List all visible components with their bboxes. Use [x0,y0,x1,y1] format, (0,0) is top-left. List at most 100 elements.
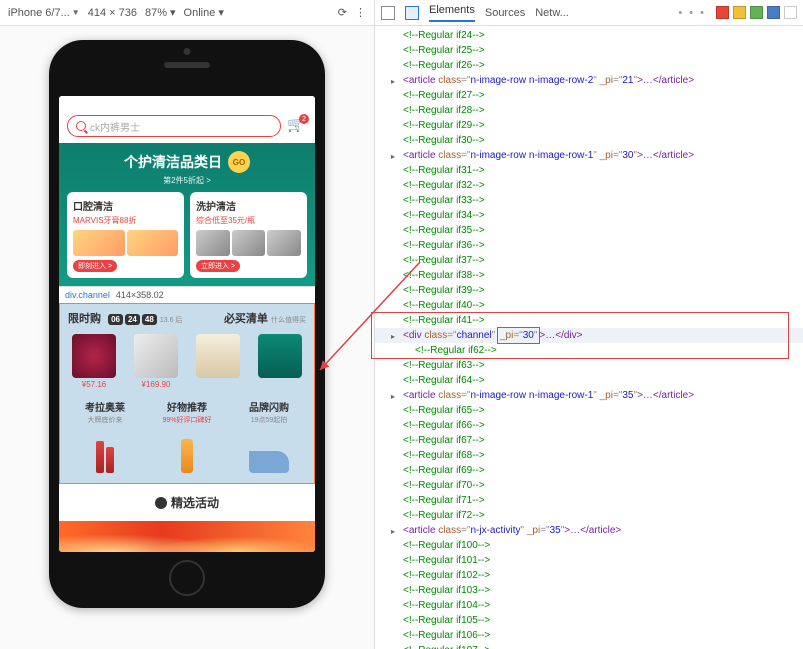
dom-line[interactable]: <!--Regular if69--> [375,463,803,478]
tab-elements[interactable]: Elements [429,4,475,22]
tab-sources[interactable]: Sources [485,7,525,19]
dom-line[interactable]: <!--Regular if66--> [375,418,803,433]
dom-line[interactable]: <!--Regular if104--> [375,598,803,613]
dom-line[interactable]: <!--Regular if64--> [375,373,803,388]
dom-line[interactable]: ▸<article class="n-image-row n-image-row… [375,73,803,88]
search-placeholder: ck内裤男士 [90,119,140,134]
dom-line[interactable]: <!--Regular if41--> [375,313,803,328]
product-image [196,334,240,378]
dom-line[interactable]: ▸<article class="n-image-row n-image-row… [375,148,803,163]
device-emulator-pane: iPhone 6/7...▼ 414 × 736 87% ▾ Online ▾ … [0,0,375,649]
swatch[interactable] [716,6,729,19]
search-bar: ck内裤男士 2 [59,109,315,143]
phone-canvas: ck内裤男士 2 个护清洁品类日 GO 第2件5折起 > 口腔清洁 [0,26,374,649]
dom-line[interactable]: <!--Regular if32--> [375,178,803,193]
dom-line[interactable]: <!--Regular if37--> [375,253,803,268]
dom-line[interactable]: <!--Regular if65--> [375,403,803,418]
zoom-select[interactable]: 87% ▾ [145,6,176,19]
promo-banner[interactable]: 个护清洁品类日 GO 第2件5折起 > 口腔清洁 MARVIS牙膏88折 即刻进… [59,143,315,286]
dom-line[interactable]: <!--Regular if27--> [375,88,803,103]
dom-line[interactable]: <!--Regular if103--> [375,583,803,598]
banner-subtitle: 第2件5折起 > [67,175,307,186]
phone-screen: ck内裤男士 2 个护清洁品类日 GO 第2件5折起 > 口腔清洁 [59,96,315,552]
flash-item[interactable]: ¥169.90 [130,334,182,389]
flash-sale-title: 限时购 062448 13.6 后 [68,310,182,326]
device-mode-icon[interactable] [405,6,419,20]
flash-item[interactable] [254,334,306,389]
dom-line[interactable]: <!--Regular if100--> [375,538,803,553]
dom-line[interactable]: <!--Regular if38--> [375,268,803,283]
gear-icon [155,497,167,509]
dom-line[interactable]: <!--Regular if106--> [375,628,803,643]
dom-line[interactable]: <!--Regular if72--> [375,508,803,523]
phone-speaker-icon [164,62,210,68]
banner-card-cta[interactable]: 立即进入 > [196,260,240,272]
dom-line[interactable]: <!--Regular if28--> [375,103,803,118]
dom-tree[interactable]: <!--Regular if24--><!--Regular if25--><!… [375,26,803,649]
product-image [72,334,116,378]
banner-card-wash[interactable]: 洗护清洁 综合低至35元/瓶 立即进入 > [190,192,307,278]
dom-line[interactable]: ▸<article class="n-image-row n-image-row… [375,388,803,403]
featured-activities-header: 精选活动 [59,484,315,521]
activity-banner[interactable] [59,521,315,552]
dom-line[interactable]: ▸<article class="n-jx-activity" _pi="35"… [375,523,803,538]
dom-line[interactable]: <!--Regular if30--> [375,133,803,148]
flash-item[interactable]: ¥57.16 [68,334,120,389]
dom-line[interactable]: <!--Regular if33--> [375,193,803,208]
device-select[interactable]: iPhone 6/7...▼ [8,7,80,19]
go-button[interactable]: GO [228,151,250,173]
cart-icon[interactable]: 2 [287,116,307,136]
dom-line[interactable]: <!--Regular if40--> [375,298,803,313]
dom-line[interactable]: <!--Regular if31--> [375,163,803,178]
rotate-icon[interactable]: ⟳ [338,6,347,19]
cart-badge: 2 [299,114,309,124]
swatch[interactable] [784,6,797,19]
more-dots-icon[interactable]: • • • [678,7,706,19]
channel-column[interactable]: 品牌闪购19点59起拍 [232,399,306,473]
dom-line[interactable]: <!--Regular if67--> [375,433,803,448]
price-label: ¥169.90 [142,380,171,389]
color-swatches: • • • [678,6,797,19]
banner-card-oral[interactable]: 口腔清洁 MARVIS牙膏88折 即刻进入 > [67,192,184,278]
swatch[interactable] [767,6,780,19]
dom-line[interactable]: <!--Regular if36--> [375,238,803,253]
status-bar [59,96,315,109]
channel-column[interactable]: 好物推荐99%好评口碑好 [150,399,224,473]
dom-line[interactable]: <!--Regular if101--> [375,553,803,568]
dom-line[interactable]: <!--Regular if70--> [375,478,803,493]
dom-line[interactable]: <!--Regular if39--> [375,283,803,298]
dom-line[interactable]: <!--Regular if29--> [375,118,803,133]
swatch[interactable] [733,6,746,19]
dom-line[interactable]: <!--Regular if105--> [375,613,803,628]
flash-item[interactable] [192,334,244,389]
dom-line[interactable]: <!--Regular if63--> [375,358,803,373]
dom-line[interactable]: <!--Regular if24--> [375,28,803,43]
dom-line[interactable]: <!--Regular if62--> [375,343,803,358]
device-dimensions: 414 × 736 [88,7,137,19]
devtools-pane: Elements Sources Netw... • • • <!--Regul… [375,0,803,649]
dom-line[interactable]: <!--Regular if102--> [375,568,803,583]
dom-line[interactable]: <!--Regular if35--> [375,223,803,238]
countdown-timer: 062448 [108,314,157,325]
phone-home-button[interactable] [169,560,205,596]
inspect-icon[interactable] [381,6,395,20]
search-input[interactable]: ck内裤男士 [67,115,281,137]
dom-line[interactable]: <!--Regular if107--> [375,643,803,649]
dom-line[interactable]: <!--Regular if26--> [375,58,803,73]
dom-line[interactable]: <!--Regular if25--> [375,43,803,58]
channel-section[interactable]: 限时购 062448 13.6 后 必买清单 什么值得买 ¥57.16¥169.… [59,303,315,484]
devtools-tabs: Elements Sources Netw... • • • [375,0,803,26]
dom-line[interactable]: <!--Regular if71--> [375,493,803,508]
network-select[interactable]: Online ▾ [184,6,224,19]
dom-line[interactable]: <!--Regular if34--> [375,208,803,223]
search-icon [76,121,86,131]
swatch[interactable] [750,6,763,19]
dom-line[interactable]: ▸<div class="channel" _pi="30">…</div> [375,328,803,343]
banner-card-cta[interactable]: 即刻进入 > [73,260,117,272]
tab-network[interactable]: Netw... [535,7,569,19]
channel-column[interactable]: 考拉奥莱大牌底价来 [68,399,142,473]
kebab-menu-icon[interactable]: ⋮ [355,6,366,19]
product-image [258,334,302,378]
dom-line[interactable]: <!--Regular if68--> [375,448,803,463]
product-image [134,334,178,378]
